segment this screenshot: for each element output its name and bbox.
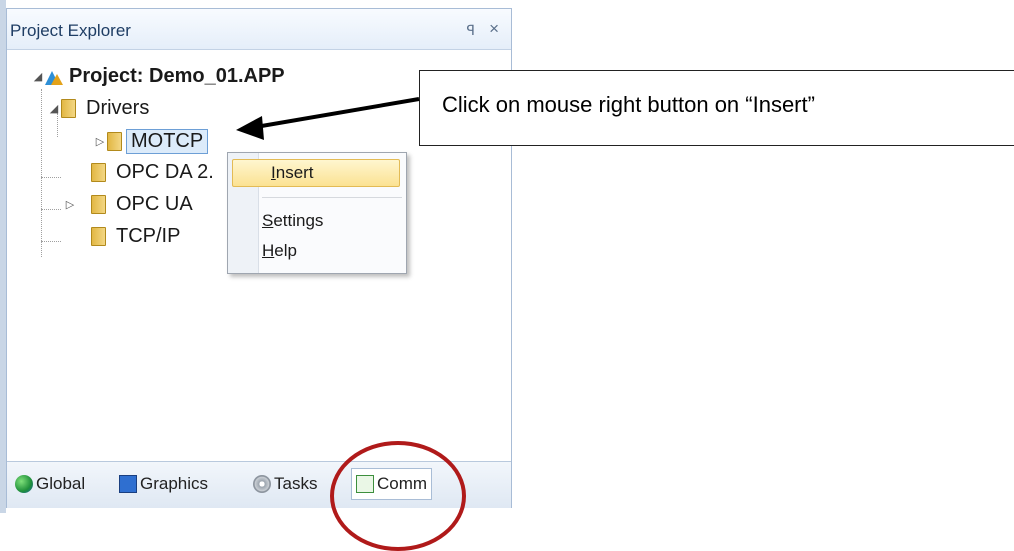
arrow-line (249, 97, 420, 130)
annotation-arrow (236, 97, 420, 140)
arrow-head (236, 116, 264, 140)
